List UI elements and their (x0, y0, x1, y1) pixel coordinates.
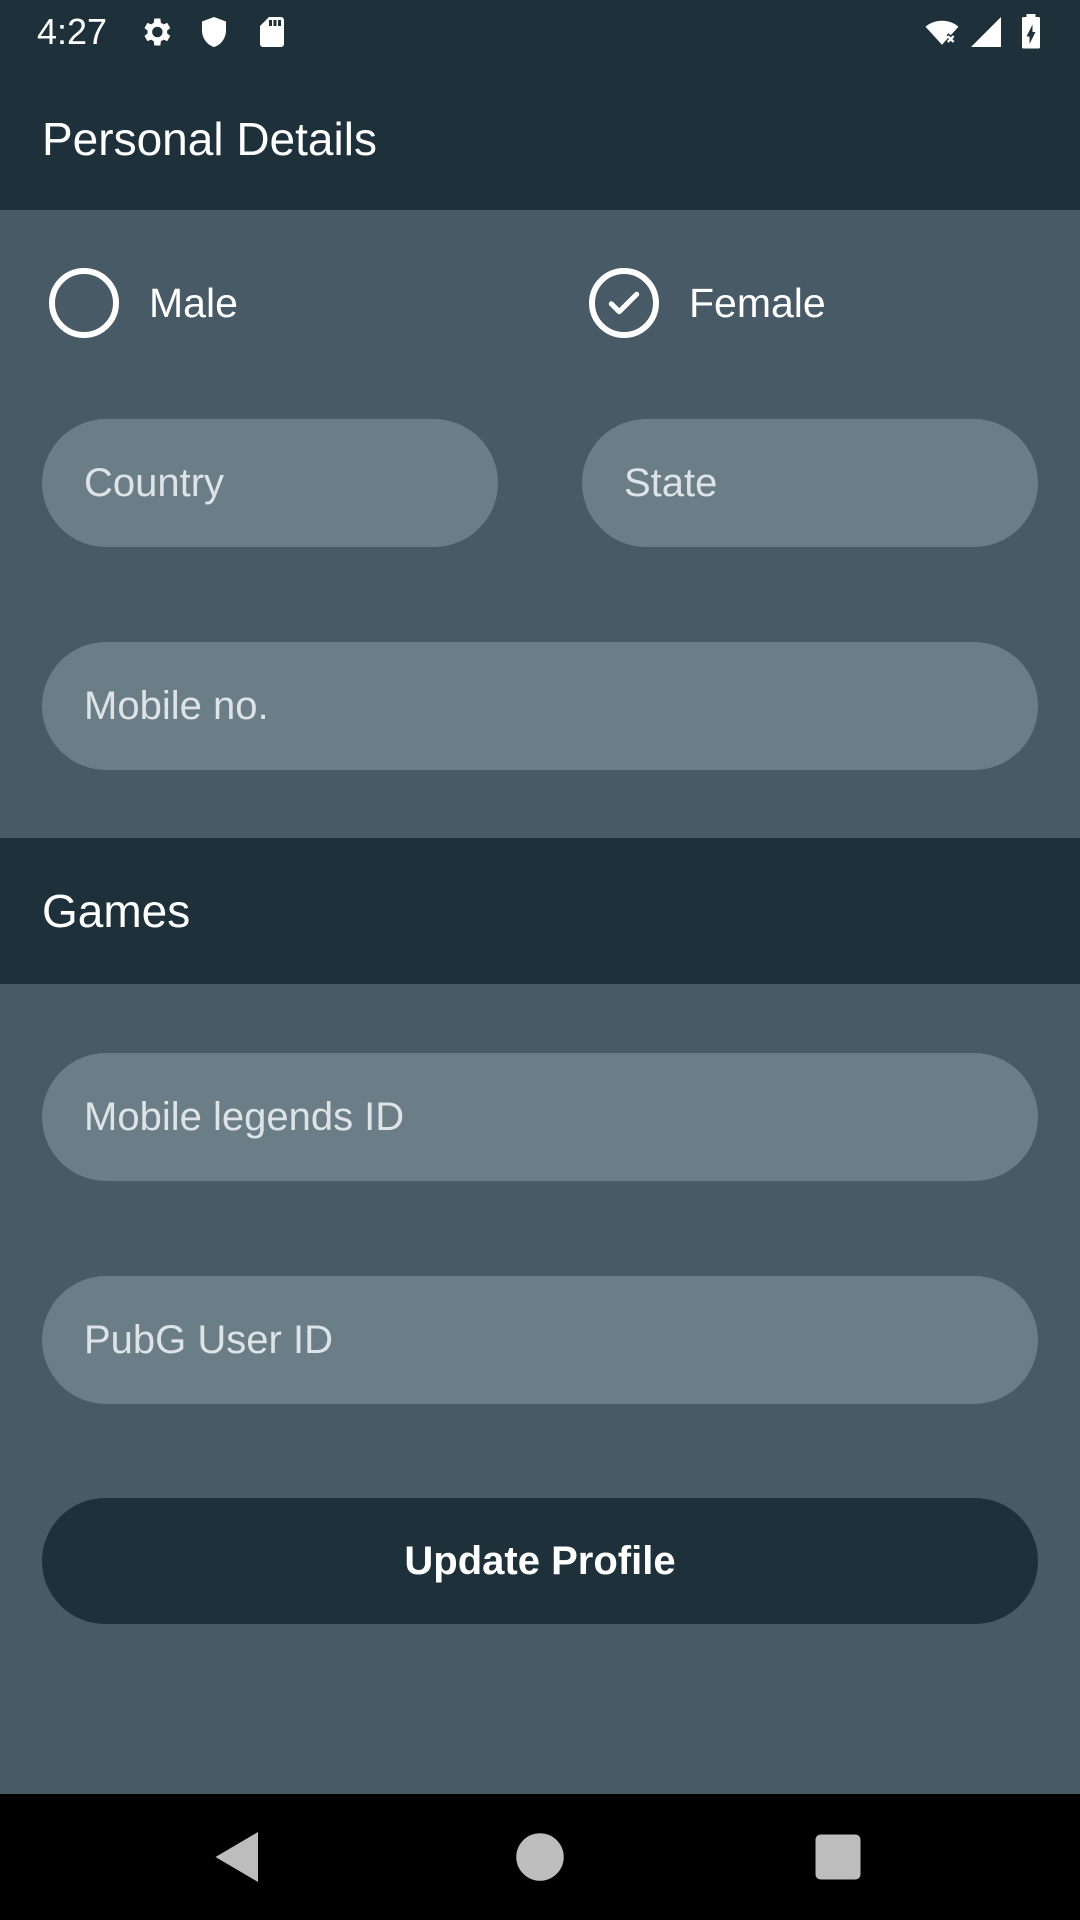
mobile-number-field[interactable] (42, 642, 1038, 770)
sd-card-icon (254, 14, 290, 50)
wifi-off-icon (920, 14, 964, 50)
radio-female-label: Female (689, 279, 826, 326)
games-section-title: Games (42, 885, 191, 937)
app-header: Personal Details (0, 64, 1080, 210)
status-bar: 4:27 (0, 0, 1080, 64)
radio-checked-icon (589, 268, 659, 338)
mobile-legends-id-field[interactable] (42, 1053, 1038, 1181)
page-title: Personal Details (42, 113, 377, 165)
pubg-user-id-field[interactable] (42, 1276, 1038, 1404)
battery-charging-icon (1016, 14, 1046, 50)
radio-female[interactable]: Female (589, 262, 826, 344)
radio-male[interactable]: Male (49, 262, 238, 344)
country-field[interactable] (42, 419, 498, 547)
gear-icon (138, 14, 174, 50)
system-nav-bar (0, 1794, 1080, 1920)
shield-icon (196, 14, 232, 50)
recents-icon[interactable] (808, 1827, 868, 1887)
games-section-header: Games (0, 838, 1080, 984)
back-icon[interactable] (208, 1827, 268, 1887)
radio-unchecked-icon (49, 268, 119, 338)
signal-icon (968, 14, 1004, 50)
update-profile-button[interactable]: Update Profile (42, 1498, 1038, 1624)
radio-male-label: Male (149, 279, 238, 326)
home-icon[interactable] (510, 1827, 570, 1887)
status-time: 4:27 (37, 11, 108, 52)
state-field[interactable] (582, 419, 1038, 547)
